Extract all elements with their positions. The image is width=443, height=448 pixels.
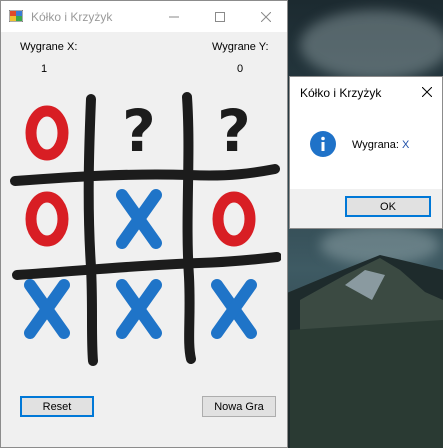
board-cell-x[interactable] <box>116 279 162 339</box>
dialog-body: Wygrana: X <box>290 107 442 189</box>
reset-button[interactable]: Reset <box>20 396 94 417</box>
close-icon <box>261 11 271 22</box>
main-titlebar: Kółko i Krzyżyk <box>1 1 287 32</box>
close-icon <box>422 87 432 97</box>
message-winner: X <box>402 139 410 151</box>
dialog-titlebar: Kółko i Krzyżyk <box>290 77 442 107</box>
score-x-value: 1 <box>41 63 48 75</box>
dialog-title: Kółko i Krzyżyk <box>300 86 382 100</box>
score-x-label: Wygrane X: <box>20 41 78 53</box>
board-cell-x[interactable] <box>24 279 70 339</box>
close-button[interactable] <box>243 1 289 32</box>
app-icon <box>9 10 23 22</box>
dialog-message: Wygrana: X <box>352 139 409 151</box>
dialog-close-button[interactable] <box>412 77 442 107</box>
info-icon <box>310 131 336 157</box>
message-dialog: Kółko i Krzyżyk Wygrana: X OK <box>289 76 443 229</box>
board-cell-o[interactable] <box>25 105 69 161</box>
svg-text:?: ? <box>122 97 156 165</box>
score-y-value: 0 <box>237 63 244 75</box>
board-cell-x[interactable] <box>116 189 162 249</box>
main-window: Kółko i Krzyżyk Wygrane X: 1 Wygrane Y: … <box>0 0 288 448</box>
maximize-button[interactable] <box>197 1 243 32</box>
message-prefix: Wygrana: <box>352 139 403 151</box>
minimize-button[interactable] <box>151 1 197 32</box>
board-cell-o[interactable] <box>25 191 69 247</box>
dialog-footer: OK <box>290 189 442 228</box>
board-cell-unknown[interactable]: ? <box>122 97 156 165</box>
svg-text:?: ? <box>217 97 251 165</box>
window-title: Kółko i Krzyżyk <box>31 10 113 24</box>
minimize-icon <box>169 16 179 17</box>
board-cell-o[interactable] <box>212 191 256 247</box>
new-game-button[interactable]: Nowa Gra <box>202 396 276 417</box>
board-cell-unknown[interactable]: ? <box>217 97 251 165</box>
ok-button[interactable]: OK <box>345 196 431 217</box>
maximize-icon <box>215 11 225 22</box>
board-cell-x[interactable] <box>211 279 257 339</box>
score-y-label: Wygrane Y: <box>212 41 269 53</box>
game-board: ?? <box>10 92 281 366</box>
